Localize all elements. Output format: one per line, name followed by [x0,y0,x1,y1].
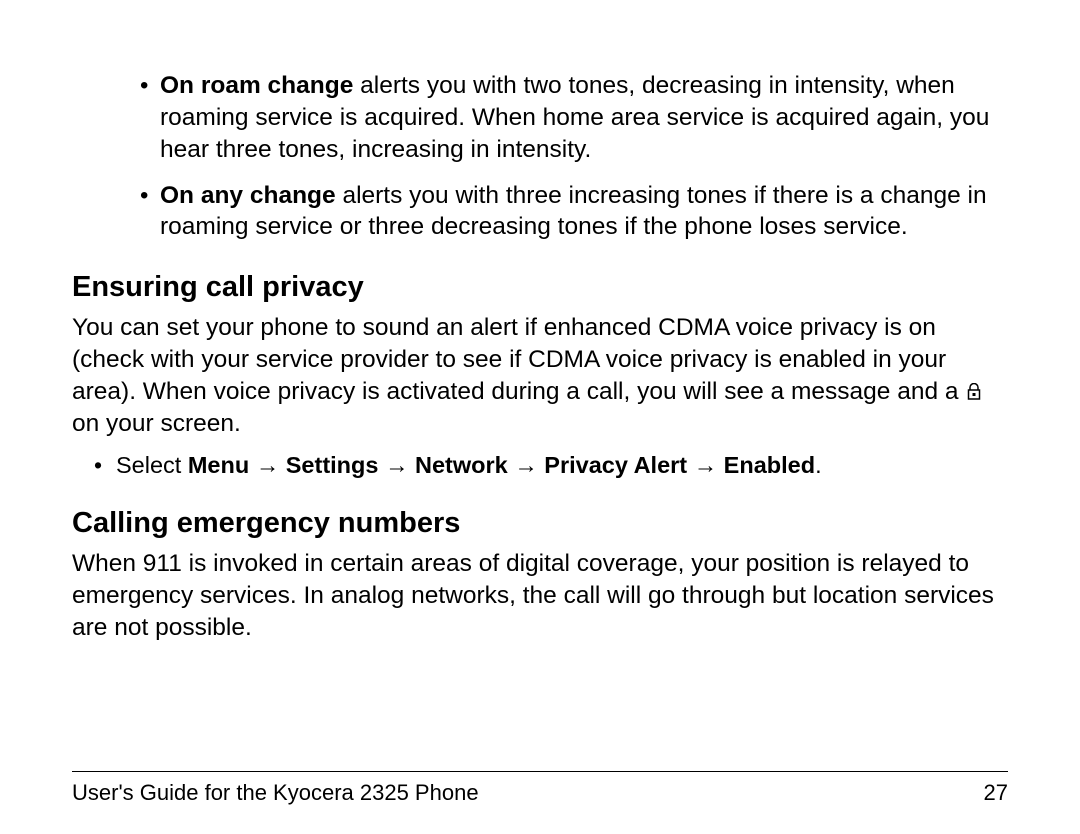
menu-prefix: Select [116,452,188,478]
section-heading-privacy: Ensuring call privacy [72,271,1008,304]
page-number: 27 [984,780,1008,806]
list-item: Select Menu → Settings → Network → Priva… [94,450,1008,482]
list-item: On roam change alerts you with two tones… [140,70,1008,166]
menu-path: Menu → Settings → Network → Privacy Aler… [188,452,815,478]
emergency-body: When 911 is invoked in certain areas of … [72,548,1008,644]
option-label: On any change [160,182,336,209]
menu-suffix: . [815,452,822,478]
privacy-text-pre: You can set your phone to sound an alert… [72,314,965,405]
alert-options-list: On roam change alerts you with two tones… [72,70,1008,243]
page-footer: User's Guide for the Kyocera 2325 Phone … [72,771,1008,806]
section-heading-emergency: Calling emergency numbers [72,507,1008,540]
menu-path-list: Select Menu → Settings → Network → Priva… [72,450,1008,482]
lock-icon [967,383,981,401]
footer-title: User's Guide for the Kyocera 2325 Phone [72,780,479,806]
list-item: On any change alerts you with three incr… [140,180,1008,244]
page-content: On roam change alerts you with two tones… [72,70,1008,644]
privacy-body: You can set your phone to sound an alert… [72,312,1008,439]
option-label: On roam change [160,72,353,99]
privacy-text-post: on your screen. [72,410,241,437]
